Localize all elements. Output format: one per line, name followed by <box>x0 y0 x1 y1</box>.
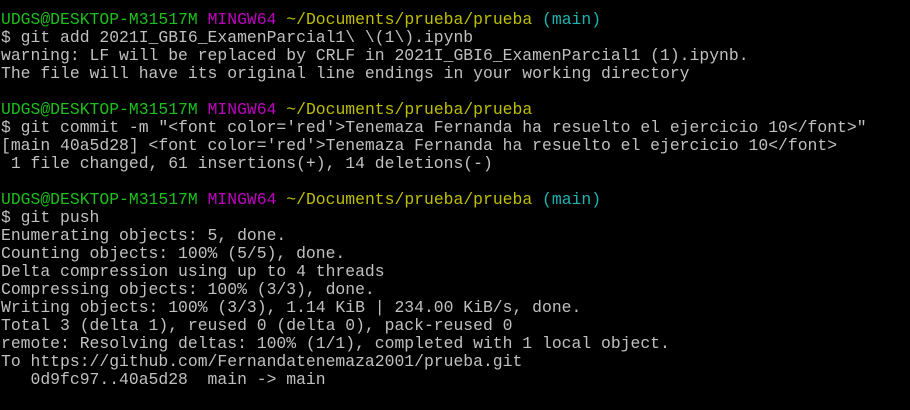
output-line: remote: Resolving deltas: 100% (1/1), co… <box>1 334 670 353</box>
command-line: $ git add 2021I_GBI6_ExamenParcial1\ \(1… <box>1 28 474 47</box>
output-line: Total 3 (delta 1), reused 0 (delta 0), p… <box>1 316 513 335</box>
output-line: Counting objects: 100% (5/5), done. <box>1 244 346 263</box>
output-line: To https://github.com/Fernandatenemaza20… <box>1 352 523 371</box>
output-line: The file will have its original line end… <box>1 64 690 83</box>
prompt-line: UDGS@DESKTOP-M31517M MINGW64 ~/Documents… <box>1 191 910 209</box>
prompt-branch: (main) <box>542 10 602 29</box>
prompt-user-host: UDGS@DESKTOP-M31517M <box>1 10 198 29</box>
prompt-line: UDGS@DESKTOP-M31517M MINGW64 ~/Documents… <box>1 11 910 29</box>
output-line: 1 file changed, 61 insertions(+), 14 del… <box>1 154 493 173</box>
command-line: $ git commit -m "<font color='red'>Tenem… <box>1 118 867 137</box>
prompt-line: UDGS@DESKTOP-M31517M MINGW64 ~/Documents… <box>1 101 910 119</box>
output-line: warning: LF will be replaced by CRLF in … <box>1 46 749 65</box>
prompt-branch: (main) <box>542 190 602 209</box>
command-line: $ git push <box>1 208 100 227</box>
prompt-system: MINGW64 <box>207 10 277 29</box>
output-line: Enumerating objects: 5, done. <box>1 226 287 245</box>
prompt-system: MINGW64 <box>207 190 277 209</box>
prompt-user-host: UDGS@DESKTOP-M31517M <box>1 190 198 209</box>
output-line: Writing objects: 100% (3/3), 1.14 KiB | … <box>1 298 582 317</box>
output-line: Delta compression using up to 4 threads <box>1 262 385 281</box>
prompt-path: ~/Documents/prueba/prueba <box>286 10 533 29</box>
output-line: [main 40a5d28] <font color='red'>Tenemaz… <box>1 136 838 155</box>
terminal-window[interactable]: UDGS@DESKTOP-M31517M MINGW64 ~/Documents… <box>0 0 910 410</box>
prompt-user-host: UDGS@DESKTOP-M31517M <box>1 100 198 119</box>
prompt-system: MINGW64 <box>207 100 277 119</box>
output-line: Compressing objects: 100% (3/3), done. <box>1 280 375 299</box>
output-line: 0d9fc97..40a5d28 main -> main <box>1 370 326 389</box>
prompt-path: ~/Documents/prueba/prueba <box>286 190 533 209</box>
prompt-path: ~/Documents/prueba/prueba <box>286 100 533 119</box>
